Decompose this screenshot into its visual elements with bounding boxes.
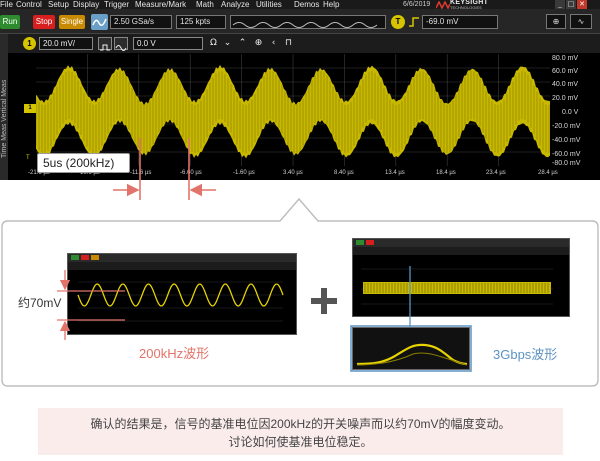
menu-utilities[interactable]: Utilities — [256, 0, 282, 9]
time-tick: 3.40 µs — [283, 170, 303, 176]
menu-setup[interactable]: Setup — [48, 0, 69, 9]
waveform-display[interactable] — [36, 54, 550, 166]
menu-bar: File Control Setup Display Trigger Measu… — [0, 0, 600, 10]
thumbnail-3gbps — [352, 238, 570, 317]
channel-bar: 1 20.0 mV/ 0.0 V Ω ⌄ ⌃ ⊕ ‹ ⊓ — [8, 34, 600, 53]
menu-analyze[interactable]: Analyze — [221, 0, 249, 9]
period-callout: 5us (200kHz) — [37, 153, 130, 173]
measure-sidebar[interactable]: Time Meas Vertical Meas — [0, 34, 8, 180]
note-line-1: 确认的结果是，信号的基准电位因200kHz的开关噪声而以约70mV的幅度变动。 — [90, 417, 511, 431]
minimize-button[interactable]: _ — [555, 0, 565, 9]
time-tick: 18.4 µs — [436, 170, 456, 176]
channel-1-ground-marker[interactable]: 1 — [24, 104, 36, 113]
volt-tick: -40.0 mV — [552, 137, 581, 144]
time-tick: -6.60 µs — [180, 170, 202, 176]
volt-tick: 40.0 mV — [552, 81, 579, 88]
menu-measure-mark[interactable]: Measure/Mark — [135, 0, 186, 9]
menu-control[interactable]: Control — [16, 0, 42, 9]
trigger-level-marker[interactable]: T — [26, 155, 30, 161]
zoom-icon[interactable]: ⊕ — [546, 14, 566, 29]
volt-tick: 80.0 mV — [552, 55, 579, 62]
rising-edge-icon[interactable] — [408, 15, 420, 29]
add-channel-icon[interactable]: ⊕ — [252, 37, 265, 50]
minimize-channel-icon[interactable]: ‹ — [267, 37, 280, 50]
date-readout: 6/6/2019 — [403, 1, 431, 8]
single-button[interactable]: Single — [59, 15, 85, 29]
volt-tick: 60.0 mV — [552, 68, 579, 75]
close-button[interactable]: ✕ — [577, 0, 587, 9]
menu-display[interactable]: Display — [73, 0, 99, 9]
volt-tick: 0.0 V — [562, 109, 579, 116]
run-button[interactable]: Run — [0, 15, 20, 29]
oscilloscope-screenshot: File Control Setup Display Trigger Measu… — [0, 0, 600, 180]
time-tick: 23.4 µs — [486, 170, 506, 176]
display-mode-icon[interactable]: ∿ — [570, 14, 592, 29]
trigger-badge[interactable]: T — [391, 15, 405, 29]
note-line-2: 讨论如何使基准电位稳定。 — [228, 435, 373, 449]
coupling-sine-icon[interactable] — [114, 37, 128, 51]
acquisition-toolbar: Run Stop Single 2.50 GSa/s 125 kpts T -6… — [0, 9, 600, 34]
waveform-200khz-label: 200kHz波形 — [139, 346, 210, 361]
volt-tick: 20.0 mV — [552, 95, 579, 102]
voltage-axis: 80.0 mV 60.0 mV 40.0 mV 20.0 mV 0.0 V -2… — [550, 54, 600, 168]
memory-depth-field[interactable]: 125 kpts — [176, 15, 226, 29]
coupling-square-icon[interactable] — [98, 37, 112, 51]
sidebar-tabs-label[interactable]: Time Meas Vertical Meas — [1, 80, 8, 158]
keysight-logo-icon — [436, 1, 450, 9]
dock-icon[interactable]: ⊓ — [282, 37, 295, 50]
thumbnail-3gbps-zoom — [352, 327, 470, 370]
menu-trigger[interactable]: Trigger — [104, 0, 129, 9]
waveform-overview[interactable] — [230, 15, 386, 29]
time-tick: 28.4 µs — [538, 170, 558, 176]
impedance-icon[interactable]: Ω — [207, 37, 220, 50]
3gbps-trace — [363, 282, 551, 294]
channel-1-badge[interactable]: 1 — [23, 37, 36, 50]
time-tick: -11.6 µs — [130, 170, 152, 176]
time-tick: -1.60 µs — [233, 170, 255, 176]
menu-demos[interactable]: Demos — [294, 0, 319, 9]
offset-down-icon[interactable]: ⌄ — [221, 37, 234, 50]
vertical-offset-field[interactable]: 0.0 V — [133, 37, 203, 50]
stop-button[interactable]: Stop — [33, 15, 55, 29]
thumbnail-200khz — [67, 253, 297, 335]
waveform-3gbps-label: 3Gbps波形 — [493, 347, 558, 362]
autoscale-icon[interactable] — [91, 14, 108, 30]
time-tick: 8.40 µs — [334, 170, 354, 176]
plus-icon — [311, 288, 337, 314]
volt-tick: -60.0 mV — [552, 151, 581, 158]
time-tick: 13.4 µs — [385, 170, 405, 176]
maximize-button[interactable]: □ — [566, 0, 576, 9]
menu-help[interactable]: Help — [323, 0, 339, 9]
menu-file[interactable]: File — [0, 0, 13, 9]
trigger-level-field[interactable]: -69.0 mV — [422, 15, 498, 29]
volt-tick: -20.0 mV — [552, 123, 581, 130]
vertical-scale-field[interactable]: 20.0 mV/ — [39, 37, 93, 50]
offset-up-icon[interactable]: ⌃ — [236, 37, 249, 50]
amplitude-label: 约70mV — [18, 296, 62, 310]
menu-math[interactable]: Math — [196, 0, 214, 9]
sample-rate-field[interactable]: 2.50 GSa/s — [110, 15, 172, 29]
conclusion-note: 确认的结果是，信号的基准电位因200kHz的开关噪声而以约70mV的幅度变动。 … — [38, 408, 563, 455]
volt-tick: -80.0 mV — [552, 160, 581, 167]
